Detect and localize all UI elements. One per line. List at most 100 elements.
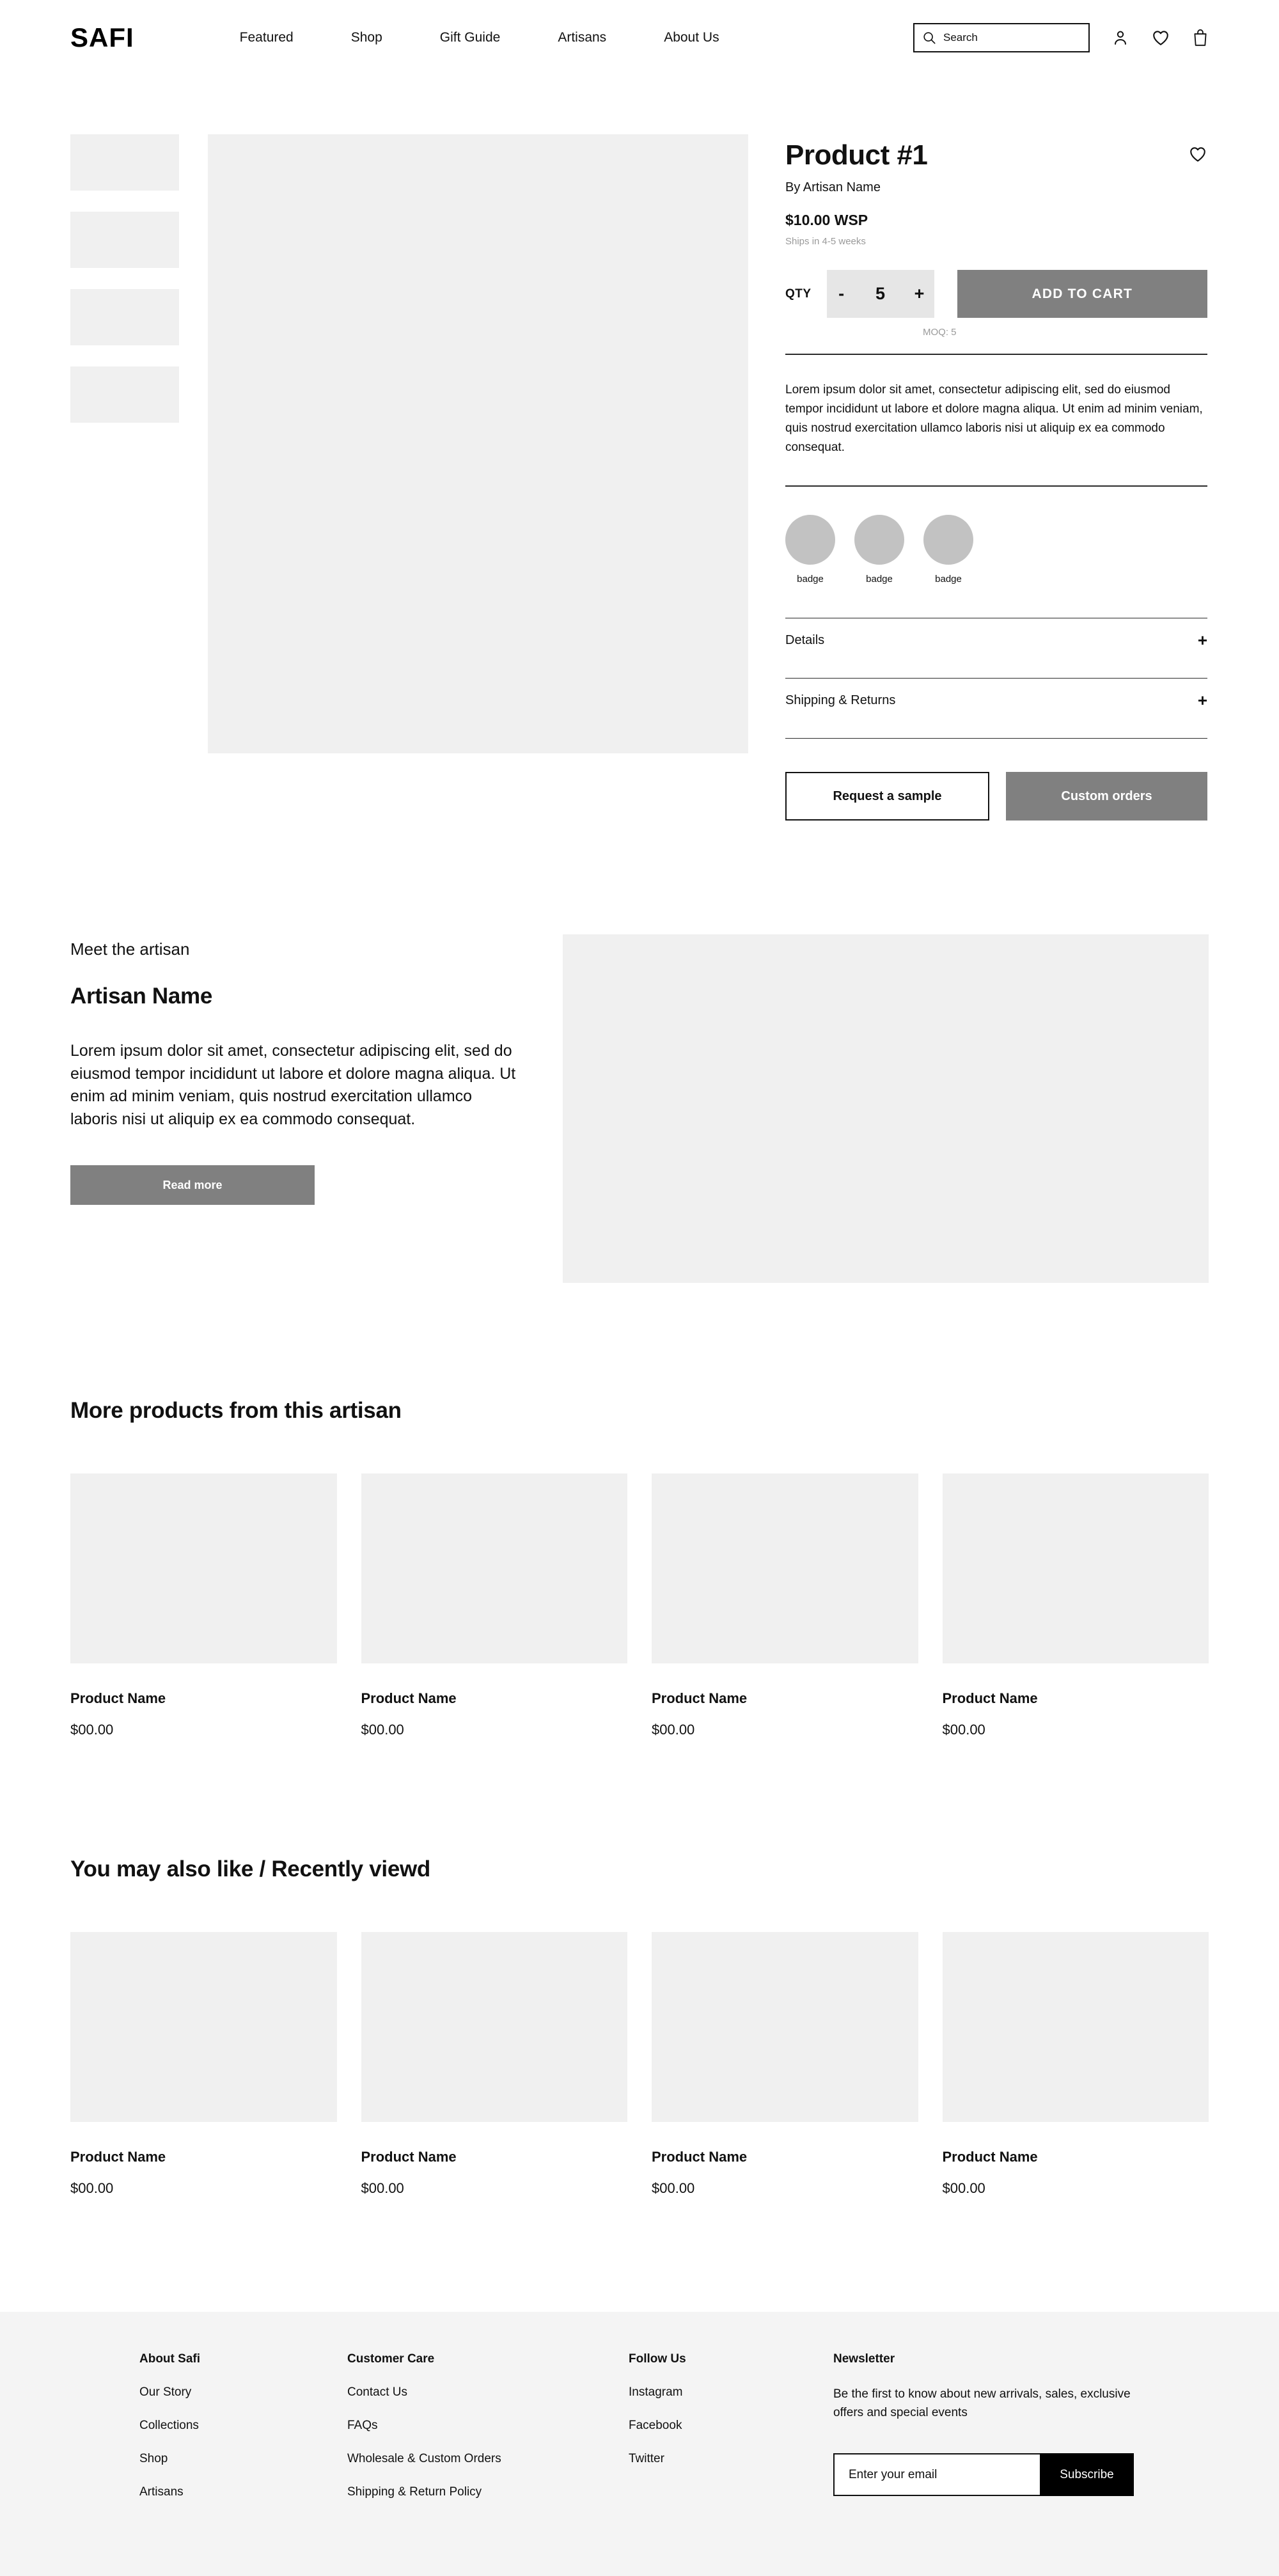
- product-price: $10.00 WSP: [785, 212, 868, 229]
- main-navigation: Featured Shop Gift Guide Artisans About …: [240, 30, 719, 45]
- search-input[interactable]: Search: [913, 23, 1090, 52]
- thumbnail-2[interactable]: [70, 212, 179, 268]
- footer-link-facebook[interactable]: Facebook: [629, 2419, 833, 2433]
- quantity-value[interactable]: 5: [856, 284, 905, 304]
- thumbnail-4[interactable]: [70, 366, 179, 423]
- product-card-image: [652, 1473, 918, 1664]
- thumbnail-3[interactable]: [70, 289, 179, 345]
- product-card[interactable]: Product Name $00.00: [652, 1932, 918, 2197]
- product-card[interactable]: Product Name $00.00: [70, 1473, 337, 1738]
- product-card-name: Product Name: [942, 1690, 1038, 1707]
- newsletter-form: Subscribe: [833, 2453, 1134, 2497]
- footer-link-wholesale-custom-orders[interactable]: Wholesale & Custom Orders: [347, 2452, 629, 2466]
- product-card-price: $00.00: [70, 2180, 114, 2197]
- footer-link-shipping-return-policy[interactable]: Shipping & Return Policy: [347, 2485, 629, 2499]
- footer-link-shop[interactable]: Shop: [139, 2452, 347, 2466]
- badge-item[interactable]: badge: [854, 515, 904, 585]
- footer-link-faqs[interactable]: FAQs: [347, 2419, 629, 2433]
- product-card-name: Product Name: [652, 1690, 748, 1707]
- product-card-price: $00.00: [942, 2180, 985, 2197]
- product-card[interactable]: Product Name $00.00: [652, 1473, 918, 1738]
- badge-circle-icon: [854, 515, 904, 565]
- product-card-image: [942, 1932, 1209, 2123]
- product-card-name: Product Name: [361, 1690, 457, 1707]
- read-more-button[interactable]: Read more: [70, 1165, 315, 1206]
- plus-icon: +: [1197, 631, 1207, 650]
- product-card[interactable]: Product Name $00.00: [361, 1932, 627, 2197]
- badge-item[interactable]: badge: [923, 515, 973, 585]
- footer-link-instagram[interactable]: Instagram: [629, 2385, 833, 2399]
- newsletter-email-input[interactable]: [833, 2453, 1040, 2497]
- recommendations-grid: Product Name $00.00 Product Name $00.00 …: [70, 1932, 1209, 2197]
- divider: [785, 485, 1207, 487]
- product-card-name: Product Name: [652, 2149, 748, 2165]
- footer-newsletter-title: Newsletter: [833, 2352, 895, 2366]
- more-products-heading: More products from this artisan: [70, 1398, 402, 1424]
- accordion-details-label: Details: [785, 632, 825, 647]
- footer-column-about: About Safi Our Story Collections Shop Ar…: [139, 2352, 347, 2499]
- site-logo[interactable]: SAFI: [70, 24, 134, 51]
- product-detail-section: Product #1 By Artisan Name $10.00 WSP Sh…: [0, 75, 1279, 821]
- more-products-grid: Product Name $00.00 Product Name $00.00 …: [70, 1473, 1209, 1738]
- site-footer: About Safi Our Story Collections Shop Ar…: [0, 2312, 1279, 2576]
- product-card-image: [70, 1473, 337, 1664]
- wishlist-heart-icon[interactable]: [1151, 28, 1170, 47]
- footer-link-our-story[interactable]: Our Story: [139, 2385, 347, 2399]
- badge-circle-icon: [923, 515, 973, 565]
- quantity-stepper: - 5 +: [826, 270, 934, 318]
- product-card[interactable]: Product Name $00.00: [942, 1473, 1209, 1738]
- quantity-label: QTY: [785, 287, 812, 301]
- nav-item-artisans[interactable]: Artisans: [558, 30, 606, 45]
- add-to-wishlist-heart-icon[interactable]: [1188, 141, 1207, 167]
- artisan-bio: Lorem ipsum dolor sit amet, consectetur …: [70, 1042, 516, 1128]
- product-card-name: Product Name: [361, 2149, 457, 2165]
- footer-about-title: About Safi: [139, 2352, 200, 2366]
- meet-the-artisan-section: Meet the artisan Artisan Name Lorem ipsu…: [0, 821, 1279, 1284]
- product-card-image: [361, 1932, 627, 2123]
- custom-orders-button[interactable]: Custom orders: [1006, 772, 1207, 821]
- quantity-and-cart-row: QTY - 5 + ADD TO CART: [785, 270, 1207, 318]
- quantity-increment-button[interactable]: +: [905, 270, 934, 318]
- request-sample-button[interactable]: Request a sample: [785, 772, 989, 821]
- product-main-image[interactable]: [208, 134, 748, 753]
- minimum-order-quantity: MOQ: 5: [923, 327, 957, 338]
- product-card[interactable]: Product Name $00.00: [70, 1932, 337, 2197]
- search-icon: [922, 31, 936, 45]
- product-card-price: $00.00: [70, 1722, 114, 1738]
- quantity-decrement-button[interactable]: -: [827, 270, 856, 318]
- product-card-price: $00.00: [361, 2180, 404, 2197]
- product-badges: badge badge badge: [785, 515, 1207, 585]
- accordion-details[interactable]: Details +: [785, 618, 1207, 662]
- product-artisan-byline[interactable]: By Artisan Name: [785, 180, 1207, 195]
- add-to-cart-button[interactable]: ADD TO CART: [957, 270, 1207, 318]
- nav-item-shop[interactable]: Shop: [351, 30, 382, 45]
- nav-item-gift-guide[interactable]: Gift Guide: [440, 30, 501, 45]
- product-info-panel: Product #1 By Artisan Name $10.00 WSP Sh…: [785, 134, 1207, 821]
- thumbnail-1[interactable]: [70, 134, 179, 191]
- product-card-price: $00.00: [652, 2180, 695, 2197]
- badge-item[interactable]: badge: [785, 515, 835, 585]
- footer-link-collections[interactable]: Collections: [139, 2419, 347, 2433]
- nav-item-featured[interactable]: Featured: [240, 30, 294, 45]
- footer-link-artisans[interactable]: Artisans: [139, 2485, 347, 2499]
- secondary-cta-row: Request a sample Custom orders: [785, 772, 1207, 821]
- badge-circle-icon: [785, 515, 835, 565]
- footer-follow-title: Follow Us: [629, 2352, 686, 2366]
- artisan-eyebrow: Meet the artisan: [70, 939, 190, 959]
- product-card[interactable]: Product Name $00.00: [361, 1473, 627, 1738]
- footer-column-follow-us: Follow Us Instagram Facebook Twitter: [629, 2352, 833, 2499]
- product-card[interactable]: Product Name $00.00: [942, 1932, 1209, 2197]
- footer-newsletter-text: Be the first to know about new arrivals,…: [833, 2387, 1131, 2419]
- subscribe-button[interactable]: Subscribe: [1040, 2453, 1134, 2497]
- footer-link-twitter[interactable]: Twitter: [629, 2452, 833, 2466]
- footer-link-contact-us[interactable]: Contact Us: [347, 2385, 629, 2399]
- nav-item-about-us[interactable]: About Us: [664, 30, 719, 45]
- recommendations-heading: You may also like / Recently viewd: [70, 1857, 430, 1882]
- header-actions: Search: [913, 23, 1209, 52]
- recommendations-section: You may also like / Recently viewd Produ…: [0, 1738, 1279, 2197]
- account-icon[interactable]: [1111, 29, 1129, 47]
- footer-column-newsletter: Newsletter Be the first to know about ne…: [833, 2352, 1140, 2499]
- more-products-section: More products from this artisan Product …: [0, 1283, 1279, 1738]
- shopping-bag-icon[interactable]: [1192, 29, 1209, 47]
- accordion-shipping-returns[interactable]: Shipping & Returns +: [785, 679, 1207, 722]
